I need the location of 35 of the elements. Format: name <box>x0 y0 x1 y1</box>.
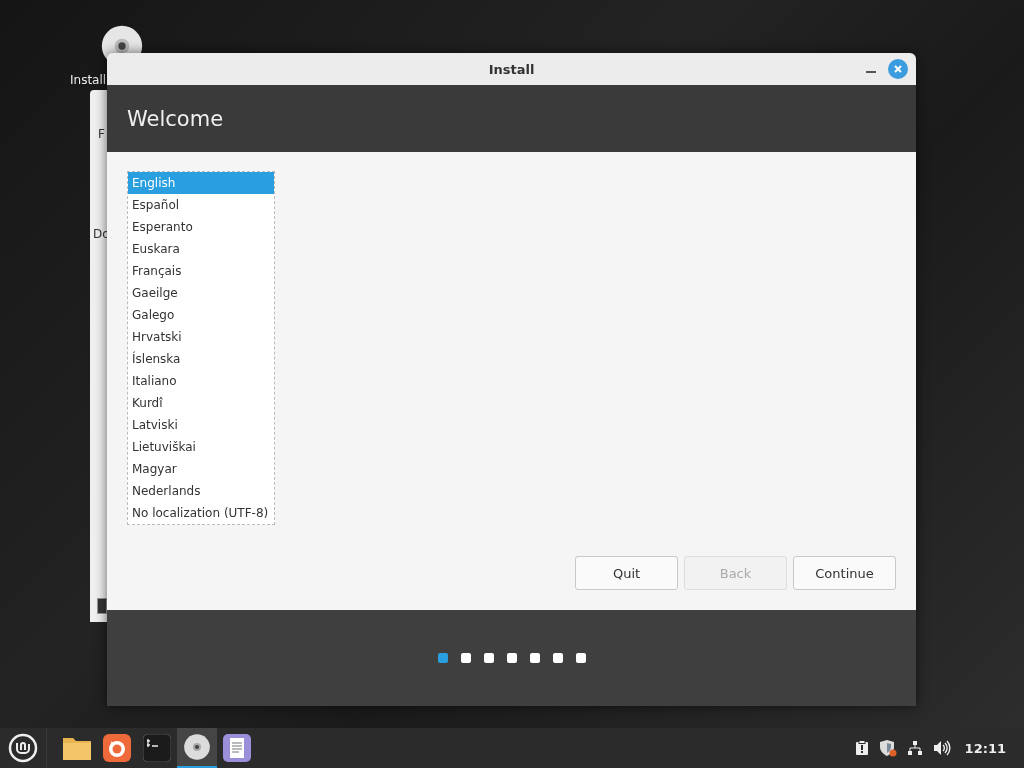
shield-icon[interactable] <box>878 739 897 757</box>
close-icon[interactable] <box>893 64 903 74</box>
language-item[interactable]: Español <box>128 194 274 216</box>
language-item[interactable]: Nederlands <box>128 480 274 502</box>
clock[interactable]: 12:11 <box>964 740 1006 756</box>
language-item[interactable]: Kurdî <box>128 392 274 414</box>
volume-icon[interactable] <box>932 740 951 756</box>
taskbar-launcher[interactable] <box>177 728 217 768</box>
language-item[interactable]: Français <box>128 260 274 282</box>
clipboard-icon[interactable] <box>854 740 869 756</box>
desktop-icon-label[interactable]: Install <box>70 73 107 87</box>
folder-icon[interactable] <box>62 735 92 761</box>
language-item[interactable]: Latviski <box>128 414 274 436</box>
menu-icon[interactable] <box>8 733 38 763</box>
page-heading: Welcome <box>127 106 224 131</box>
disc-icon[interactable] <box>183 733 211 761</box>
language-item[interactable]: No localization (UTF-8) <box>128 502 274 524</box>
language-item[interactable]: Italiano <box>128 370 274 392</box>
network-icon[interactable] <box>906 740 923 756</box>
language-item[interactable]: Hrvatski <box>128 326 274 348</box>
language-item[interactable]: Galego <box>128 304 274 326</box>
close-button[interactable] <box>888 59 908 79</box>
language-item[interactable]: Íslenska <box>128 348 274 370</box>
language-item[interactable]: Esperanto <box>128 216 274 238</box>
quit-button[interactable]: Quit <box>575 556 678 590</box>
window-title: Install <box>488 61 535 77</box>
language-item[interactable]: Gaeilge <box>128 282 274 304</box>
continue-button[interactable]: Continue <box>793 556 896 590</box>
language-item[interactable]: Magyar <box>128 458 274 480</box>
browser-icon[interactable] <box>103 734 131 762</box>
window-title: F <box>98 127 105 141</box>
text-editor-icon[interactable] <box>223 734 251 762</box>
language-item[interactable]: Lietuviškai <box>128 436 274 458</box>
terminal-icon[interactable] <box>143 734 171 762</box>
language-item[interactable]: Euskara <box>128 238 274 260</box>
